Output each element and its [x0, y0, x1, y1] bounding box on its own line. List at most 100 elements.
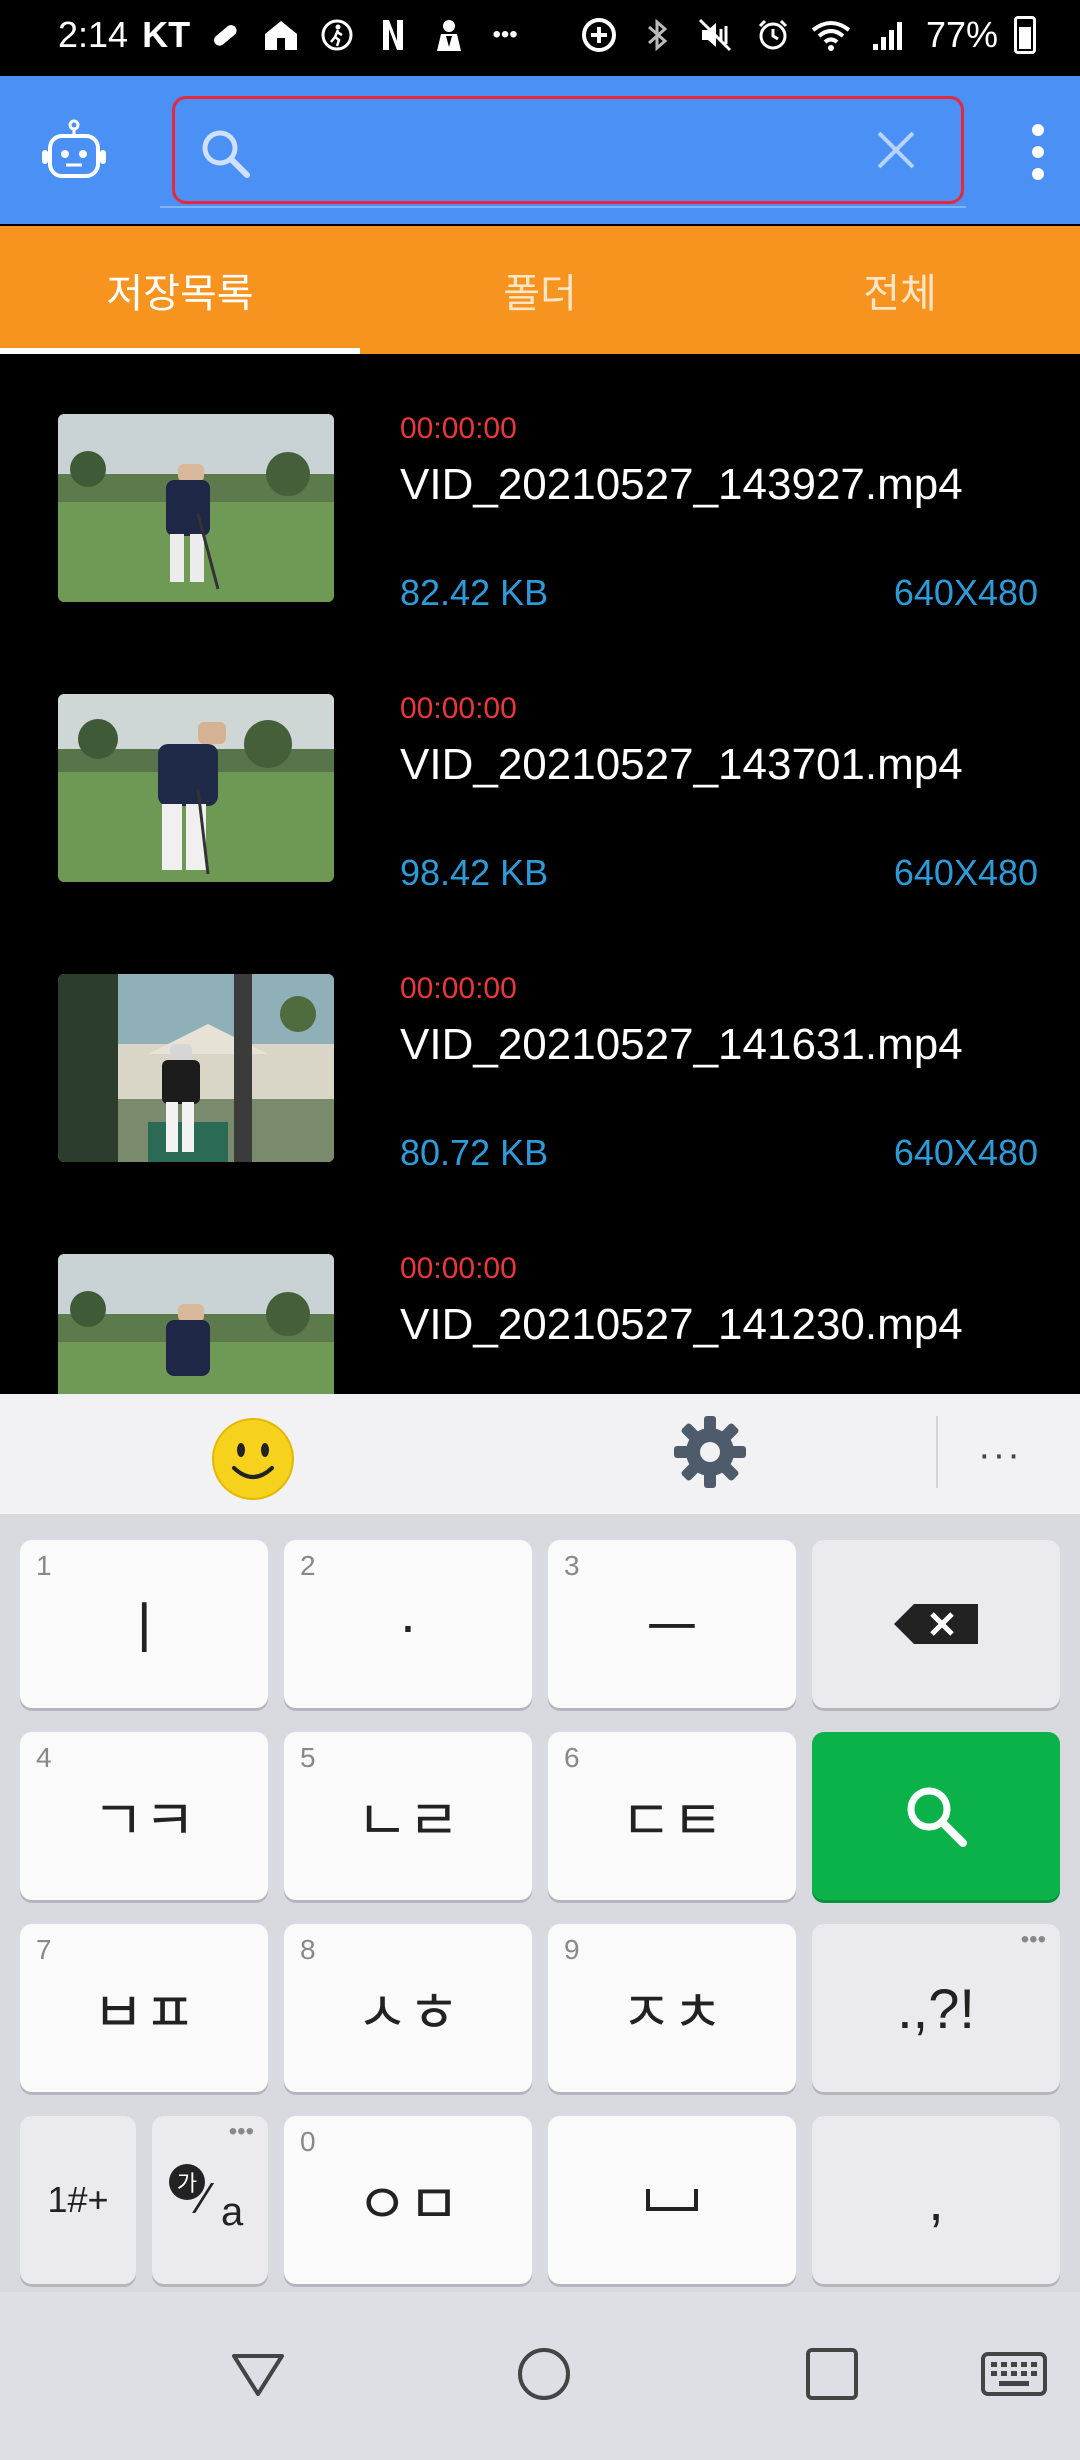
key-number: 9	[564, 1934, 580, 1965]
video-filesize: 98.42 KB	[400, 852, 549, 893]
video-filename: VID_20210527_143701.mp4	[400, 740, 963, 789]
key-3[interactable]: 3 ㅡ	[548, 1540, 796, 1708]
key-8[interactable]: 8 ㅅㅎ	[284, 1924, 532, 2092]
tab-bar: 저장목록 폴더 전체	[0, 226, 1080, 354]
house-icon	[260, 14, 302, 56]
keyboard-toolbar: ···	[0, 1394, 1080, 1514]
video-filesize: 80.72 KB	[400, 1132, 549, 1173]
battery-icon	[1014, 16, 1036, 54]
space-key[interactable]	[548, 2116, 796, 2284]
video-filename: VID_20210527_141230.mp4	[400, 1300, 963, 1349]
robot-icon[interactable]	[40, 118, 108, 186]
navigation-bar	[0, 2292, 1080, 2460]
language-switch-icon: 가 ⁄ a	[165, 2160, 255, 2240]
keyboard-icon[interactable]	[980, 2342, 1048, 2406]
key-number: 2	[300, 1550, 316, 1581]
gear-icon[interactable]	[672, 1414, 748, 1490]
video-duration: 00:00:00	[400, 692, 517, 725]
video-item[interactable]: 00:00:00 VID_20210527_143701.mp4 98.42 K…	[0, 634, 1080, 914]
key-number: 3	[564, 1550, 580, 1581]
video-resolution: 640X480	[893, 852, 1038, 893]
wifi-icon	[810, 14, 852, 56]
key-number: 7	[36, 1934, 52, 1965]
video-item[interactable]: 00:00:00 VID_20210527_141631.mp4 80.72 K…	[0, 914, 1080, 1194]
signal-icon	[868, 14, 910, 56]
key-2[interactable]: 2 ·	[284, 1540, 532, 1708]
close-icon[interactable]	[873, 127, 919, 173]
video-duration: 00:00:00	[400, 972, 517, 1005]
search-box[interactable]	[172, 96, 964, 204]
status-right: 77%	[578, 14, 1036, 56]
video-duration: 00:00:00	[400, 1252, 517, 1285]
tab-saved-list[interactable]: 저장목록	[0, 226, 360, 354]
video-resolution: 640X480	[893, 572, 1038, 613]
search-icon	[907, 1787, 967, 1847]
video-filename: VID_20210527_143927.mp4	[400, 460, 963, 509]
tab-all[interactable]: 전체	[720, 226, 1080, 354]
key-1[interactable]: 1 ㅣ	[20, 1540, 268, 1708]
more-vertical-icon[interactable]	[1026, 120, 1050, 186]
walking-icon	[316, 14, 358, 56]
language-switch-key[interactable]: ••• 가 ⁄ a	[152, 2116, 268, 2284]
key-label: ㄱㅋ	[92, 1788, 196, 1852]
status-time: 2:14	[58, 14, 129, 55]
symbols-key[interactable]: 1#+	[20, 2116, 136, 2284]
person-icon	[428, 14, 470, 56]
battery-percent: 77%	[925, 14, 998, 55]
video-thumbnail	[58, 414, 334, 602]
key-4[interactable]: 4 ㄱㅋ	[20, 1732, 268, 1900]
back-triangle-icon[interactable]	[226, 2342, 290, 2406]
key-label: ㄴㄹ	[356, 1788, 460, 1852]
key-label: ·	[398, 1592, 418, 1656]
key-6[interactable]: 6 ㄷㅌ	[548, 1732, 796, 1900]
video-thumbnail	[58, 974, 334, 1162]
status-bar: 2:14 KT ••• 77%	[0, 0, 1080, 76]
key-number: 4	[36, 1742, 52, 1773]
home-circle-icon[interactable]	[512, 2342, 576, 2406]
video-list: 00:00:00 VID_20210527_143927.mp4 82.42 K…	[0, 354, 1080, 1394]
status-left: 2:14 KT •••	[58, 14, 526, 56]
key-number: 0	[300, 2126, 316, 2157]
keyboard: 1 ㅣ 2 · 3 ㅡ 4 ㄱㅋ 5 ㄴㄹ 6 ㄷㅌ 7 ㅂㅍ 8 ㅅㅎ 9 ㅈ…	[0, 1514, 1080, 2292]
video-filename: VID_20210527_141631.mp4	[400, 1020, 963, 1069]
key-5[interactable]: 5 ㄴㄹ	[284, 1732, 532, 1900]
video-duration: 00:00:00	[400, 412, 517, 445]
search-icon	[202, 130, 250, 178]
app-bar	[0, 76, 1080, 224]
key-label: .,?!	[897, 1976, 975, 2040]
key-label: ㅈㅊ	[620, 1980, 724, 2044]
key-label: ㅂㅍ	[92, 1980, 196, 2044]
tab-folder[interactable]: 폴더	[360, 226, 720, 354]
comma-key[interactable]: ,	[812, 2116, 1060, 2284]
alarm-icon	[752, 14, 794, 56]
search-key[interactable]	[812, 1732, 1060, 1900]
video-item[interactable]: 00:00:00 VID_20210527_141230.mp4	[0, 1194, 1080, 1394]
key-9[interactable]: 9 ㅈㅊ	[548, 1924, 796, 2092]
key-7[interactable]: 7 ㅂㅍ	[20, 1924, 268, 2092]
backspace-icon	[894, 1604, 978, 1644]
video-thumbnail	[58, 694, 334, 882]
pill-icon	[204, 14, 246, 56]
smiley-icon[interactable]	[210, 1416, 296, 1502]
search-input[interactable]	[265, 117, 829, 189]
keyboard-more-button[interactable]: ···	[978, 1434, 1022, 1477]
video-filesize: 82.42 KB	[400, 572, 549, 613]
recent-square-icon[interactable]	[800, 2342, 864, 2406]
more-notifications-icon: •••	[492, 21, 518, 48]
backspace-key[interactable]	[812, 1540, 1060, 1708]
key-number: 5	[300, 1742, 316, 1773]
key-number: 8	[300, 1934, 316, 1965]
key-0[interactable]: 0 ㅇㅁ	[284, 2116, 532, 2284]
punctuation-key[interactable]: ••• .,?!	[812, 1924, 1060, 2092]
key-number: 1	[36, 1550, 52, 1581]
netflix-icon	[372, 14, 414, 56]
key-label: ㅅㅎ	[356, 1980, 460, 2044]
status-carrier: KT	[142, 14, 191, 55]
data-saver-icon	[578, 14, 620, 56]
lang-korean: 가	[169, 2164, 205, 2200]
space-icon	[646, 2189, 698, 2211]
key-label: ㅡ	[646, 1596, 698, 1660]
video-thumbnail	[58, 1254, 334, 1394]
key-label: ㅇㅁ	[356, 2172, 460, 2236]
video-item[interactable]: 00:00:00 VID_20210527_143927.mp4 82.42 K…	[0, 354, 1080, 634]
